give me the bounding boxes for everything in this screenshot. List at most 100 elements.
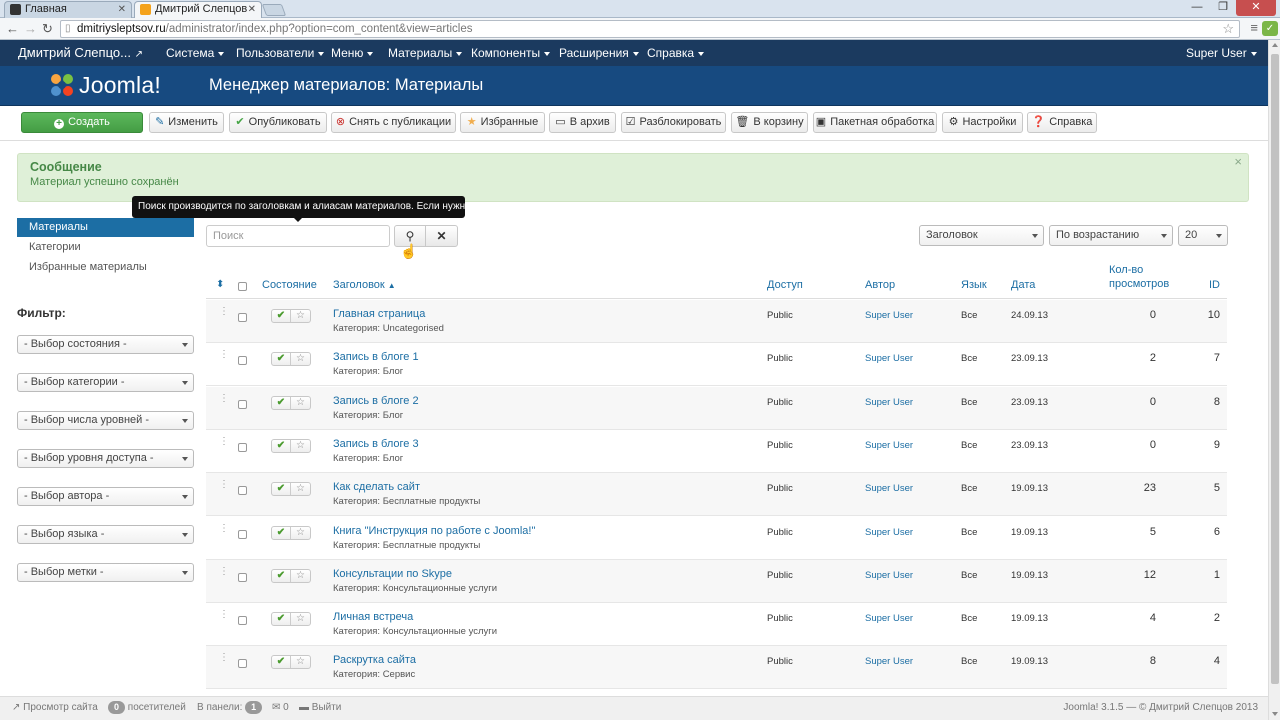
search-input[interactable]: Поиск (206, 225, 390, 247)
published-check-icon[interactable]: ✔ (272, 569, 291, 582)
address-bar[interactable]: ▯ dmitriysleptsov.ru/administrator/index… (60, 20, 1240, 38)
filter-levels-select[interactable]: - Выбор числа уровней - (17, 411, 194, 430)
column-language[interactable]: Язык (961, 278, 987, 292)
column-title[interactable]: Заголовок ▲ (333, 278, 396, 293)
column-hits[interactable]: Кол-во просмотров (1109, 263, 1189, 291)
minimize-icon[interactable]: — (1184, 0, 1210, 16)
column-id[interactable]: ID (1209, 278, 1220, 292)
drag-handle-icon[interactable]: ⋮ (219, 653, 229, 663)
options-button[interactable]: ⚙ Настройки (942, 112, 1023, 133)
sidebar-item-articles[interactable]: Материалы (17, 218, 194, 237)
row-checkbox[interactable] (238, 399, 247, 409)
back-arrow-icon[interactable]: ← (6, 21, 19, 37)
published-check-icon[interactable]: ✔ (272, 526, 291, 539)
filter-author-select[interactable]: - Выбор автора - (17, 487, 194, 506)
article-author-link[interactable]: Super User (865, 656, 913, 667)
drag-handle-icon[interactable]: ⋮ (219, 350, 229, 360)
close-tab-icon[interactable]: ✕ (118, 2, 126, 17)
filter-language-select[interactable]: - Выбор языка - (17, 525, 194, 544)
article-author-link[interactable]: Super User (865, 570, 913, 581)
column-access[interactable]: Доступ (767, 278, 803, 292)
messages-status[interactable]: ✉ 0 (272, 697, 289, 719)
sidebar-item-featured[interactable]: Избранные материалы (17, 258, 194, 277)
extension-icon[interactable]: ✓ (1262, 21, 1278, 36)
row-checkbox[interactable] (238, 313, 247, 322)
maximize-icon[interactable]: ❐ (1210, 0, 1236, 16)
featured-star-icon[interactable]: ☆ (291, 570, 310, 582)
article-title-link[interactable]: Как сделать сайт (333, 481, 420, 493)
article-author-link[interactable]: Super User (865, 310, 913, 321)
article-author-link[interactable]: Super User (865, 353, 913, 364)
scrollbar-thumb[interactable] (1271, 54, 1279, 684)
row-checkbox[interactable] (238, 616, 247, 626)
sort-order-select[interactable]: По возрастанию (1049, 225, 1173, 246)
featured-button[interactable]: ★ Избранные (460, 112, 545, 133)
published-check-icon[interactable]: ✔ (272, 439, 291, 452)
site-link[interactable]: Дмитрий Слепцо... ↗ (18, 40, 143, 68)
edit-button[interactable]: ✎ Изменить (149, 112, 224, 133)
featured-star-icon[interactable]: ☆ (291, 440, 310, 452)
published-check-icon[interactable]: ✔ (272, 656, 291, 669)
filter-tag-select[interactable]: - Выбор метки - (17, 563, 194, 582)
drag-handle-icon[interactable]: ⋮ (219, 307, 229, 317)
help-button[interactable]: ❓ Справка (1027, 112, 1097, 133)
reload-icon[interactable]: ↻ (42, 21, 53, 37)
drag-handle-icon[interactable]: ⋮ (219, 566, 229, 576)
menu-extensions[interactable]: Расширения (559, 40, 639, 66)
published-check-icon[interactable]: ✔ (272, 353, 291, 366)
page-scrollbar[interactable] (1268, 40, 1280, 720)
unpublish-button[interactable]: ⊗ Снять с публикации (331, 112, 456, 133)
close-tab-icon[interactable]: ✕ (248, 2, 256, 17)
list-limit-select[interactable]: 20 (1178, 225, 1228, 246)
row-checkbox[interactable] (238, 442, 247, 452)
menu-menus[interactable]: Меню (331, 40, 374, 66)
logout-link[interactable]: ▬ Выйти (299, 697, 341, 719)
row-checkbox[interactable] (238, 572, 247, 582)
article-title-link[interactable]: Запись в блоге 1 (333, 351, 419, 363)
featured-star-icon[interactable]: ☆ (291, 310, 310, 322)
user-menu[interactable]: Super User (1186, 40, 1257, 66)
archive-button[interactable]: ▭ В архив (549, 112, 616, 133)
featured-star-icon[interactable]: ☆ (291, 527, 310, 539)
featured-star-icon[interactable]: ☆ (291, 483, 310, 495)
article-title-link[interactable]: Личная встреча (333, 611, 413, 623)
batch-button[interactable]: ▣ Пакетная обработка (813, 112, 937, 133)
row-checkbox[interactable] (238, 356, 247, 366)
joomla-logo[interactable]: Joomla! (48, 70, 161, 100)
scroll-down-icon[interactable] (1272, 712, 1278, 716)
row-checkbox[interactable] (238, 529, 247, 539)
close-window-icon[interactable]: ✕ (1236, 0, 1276, 16)
drag-handle-icon[interactable]: ⋮ (219, 610, 229, 620)
article-author-link[interactable]: Super User (865, 527, 913, 538)
featured-star-icon[interactable]: ☆ (291, 613, 310, 625)
filter-status-select[interactable]: - Выбор состояния - (17, 335, 194, 354)
menu-system[interactable]: Система (166, 40, 225, 66)
published-check-icon[interactable]: ✔ (272, 310, 291, 322)
sort-field-select[interactable]: Заголовок (919, 225, 1044, 246)
filter-category-select[interactable]: - Выбор категории - (17, 373, 194, 392)
article-title-link[interactable]: Консультации по Skype (333, 568, 452, 580)
menu-components[interactable]: Компоненты (471, 40, 551, 66)
menu-content[interactable]: Материалы (388, 40, 463, 66)
checkin-button[interactable]: ☑ Разблокировать (621, 112, 726, 133)
article-title-link[interactable]: Главная страница (333, 308, 425, 320)
published-check-icon[interactable]: ✔ (272, 483, 291, 496)
bookmark-star-icon[interactable]: ☆ (1222, 21, 1234, 37)
row-checkbox[interactable] (238, 486, 247, 496)
featured-star-icon[interactable]: ☆ (291, 656, 310, 668)
published-check-icon[interactable]: ✔ (272, 396, 291, 409)
browser-menu-icon[interactable]: ≡ (1250, 20, 1258, 35)
sidebar-item-categories[interactable]: Категории (17, 238, 194, 257)
browser-tab-home[interactable]: Главная ✕ (4, 1, 132, 18)
published-check-icon[interactable]: ✔ (272, 613, 291, 626)
article-author-link[interactable]: Super User (865, 483, 913, 494)
close-icon[interactable]: × (1234, 154, 1242, 169)
scroll-up-icon[interactable] (1272, 43, 1278, 47)
new-tab-button[interactable] (261, 4, 287, 16)
forward-arrow-icon[interactable]: → (24, 21, 37, 37)
menu-help[interactable]: Справка (647, 40, 705, 66)
article-title-link[interactable]: Запись в блоге 3 (333, 438, 419, 450)
publish-button[interactable]: ✔ Опубликовать (229, 112, 327, 133)
column-date[interactable]: Дата (1011, 278, 1035, 292)
row-checkbox[interactable] (238, 659, 247, 669)
